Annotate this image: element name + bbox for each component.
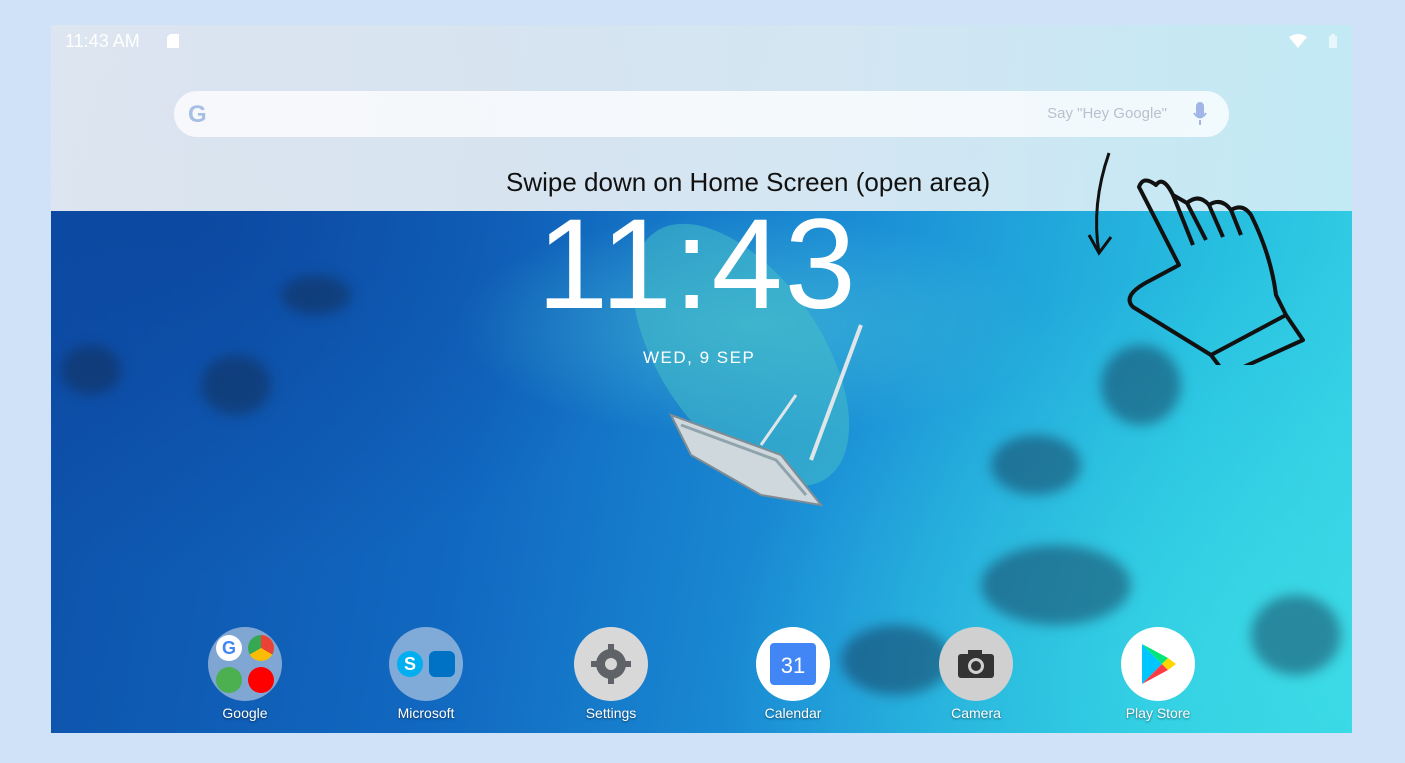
home-screen[interactable]: 11:43 AM G Say "Hey Google" Swipe down o… [51, 25, 1352, 733]
camera-glyph-icon [958, 650, 994, 678]
calendar-date: 31 [770, 643, 816, 685]
wallpaper-reef [281, 275, 351, 315]
wallpaper-reef [1251, 595, 1341, 675]
dock-item-play-store[interactable]: Play Store [1113, 627, 1203, 721]
dock-label: Google [222, 705, 268, 721]
play-triangle-icon [1142, 644, 1176, 684]
settings-icon[interactable] [574, 627, 648, 701]
dock-label: Play Store [1125, 705, 1191, 721]
clock-widget[interactable]: 11:43 [537, 201, 858, 329]
date-label: WED, 9 SEP [643, 348, 756, 367]
wifi-icon [1289, 34, 1307, 48]
microsoft-folder-icon[interactable]: S [389, 627, 463, 701]
dock-item-calendar[interactable]: 31 Calendar [748, 627, 838, 721]
mic-icon[interactable] [1193, 102, 1207, 126]
calendar-icon[interactable]: 31 [756, 627, 830, 701]
gear-icon [591, 644, 631, 684]
status-bar: 11:43 AM [51, 25, 1352, 55]
play-store-icon[interactable] [1121, 627, 1195, 701]
sd-card-icon [167, 34, 179, 48]
dock-label: Camera [951, 705, 1001, 721]
battery-icon [1329, 34, 1337, 48]
dock-item-microsoft[interactable]: S Microsoft [381, 627, 471, 721]
status-time: 11:43 AM [65, 31, 140, 51]
dock-label: Calendar [764, 705, 822, 721]
dock-label: Settings [585, 705, 637, 721]
camera-icon[interactable] [939, 627, 1013, 701]
google-folder-icon[interactable]: G [208, 627, 282, 701]
dock-item-settings[interactable]: Settings [566, 627, 656, 721]
dock-label: Microsoft [397, 705, 455, 721]
swipe-down-hand-icon [1087, 152, 1305, 365]
dock-item-camera[interactable]: Camera [931, 627, 1021, 721]
google-logo-icon: G [188, 101, 207, 128]
dock-item-google[interactable]: G Google [200, 627, 290, 721]
wallpaper-reef [201, 355, 271, 415]
google-search-bar[interactable]: G Say "Hey Google" [174, 91, 1229, 137]
wallpaper-reef [61, 345, 121, 395]
wallpaper-reef [981, 545, 1131, 625]
search-hint: Say "Hey Google" [1047, 105, 1167, 122]
wallpaper-reef [991, 435, 1081, 495]
